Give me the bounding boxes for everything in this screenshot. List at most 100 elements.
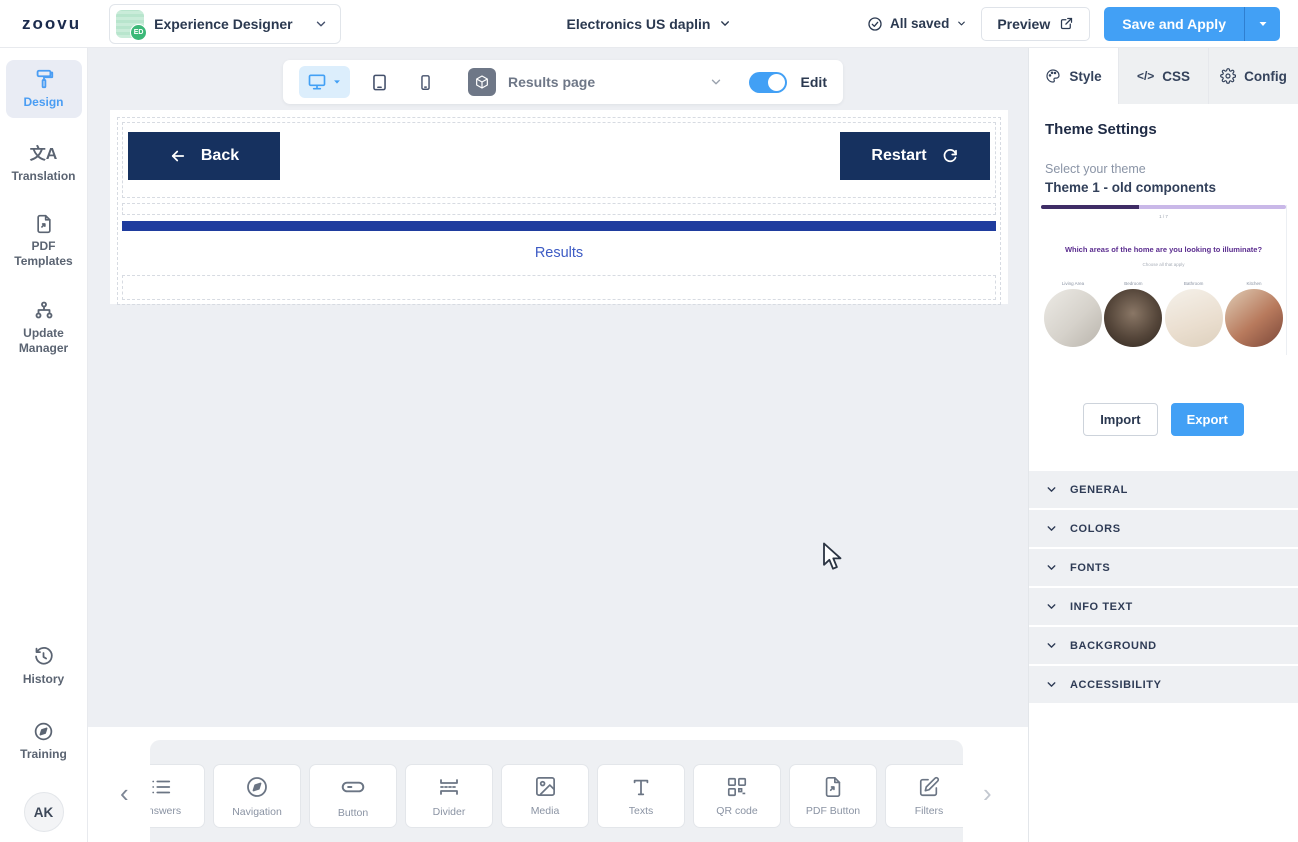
device-tablet-button[interactable] [362,67,397,98]
empty-dropzone-row[interactable] [122,203,996,215]
sidebar-item-label: History [23,672,64,687]
divider-icon [437,775,461,799]
sidebar-item-design[interactable]: Design [6,60,82,118]
results-label: Results [535,245,583,261]
save-and-apply-button[interactable]: Save and Apply [1104,7,1244,41]
page-selector-value[interactable]: Results page [508,74,595,90]
edit-toggle[interactable] [749,72,787,93]
back-button[interactable]: Back [128,132,280,180]
pdf-file-icon [822,776,844,798]
design-canvas: Results page Edit Back Restart [88,48,1028,842]
palette-item-answers[interactable]: Answers [150,764,205,828]
save-status-dropdown[interactable]: All saved [867,16,967,32]
save-and-apply-group: Save and Apply [1104,7,1280,41]
palette-item-label: Media [531,805,560,817]
palette-item-texts[interactable]: Texts [597,764,685,828]
chevron-down-icon [718,17,731,30]
palette-item-filters[interactable]: Filters [885,764,963,828]
check-circle-icon [867,16,883,32]
device-desktop-button[interactable] [299,66,350,98]
style-accordions: GENERAL COLORS FONTS INFO TEXT BACKGROUN… [1029,471,1298,703]
sidebar-item-training[interactable]: Training [6,713,82,770]
accordion-fonts[interactable]: FONTS [1029,549,1298,586]
palette-item-button[interactable]: Button [309,764,397,828]
device-mobile-button[interactable] [409,68,442,97]
sidebar-item-label: Design [23,95,63,110]
app-switcher-label: Experience Designer [154,16,304,32]
qr-code-icon [726,776,748,798]
theme-preview-hint: Choose all that apply [1041,262,1286,267]
sidebar-item-translation[interactable]: 文A Translation [6,132,82,192]
option-label: Bathroom [1184,281,1204,286]
tab-config[interactable]: Config [1208,48,1298,104]
palette-item-label: Texts [629,805,654,817]
accordion-label: COLORS [1070,523,1121,535]
chevron-down-icon [314,17,328,31]
restart-button[interactable]: Restart [840,132,990,180]
accordion-label: FONTS [1070,562,1110,574]
external-link-icon [1059,16,1074,31]
sidebar-item-update-manager[interactable]: Update Manager [6,291,82,364]
accordion-info-text[interactable]: INFO TEXT [1029,588,1298,625]
results-page-preview: Back Restart Results [110,110,1008,304]
theme-preview-progress-bar [1041,205,1286,209]
accordion-colors[interactable]: COLORS [1029,510,1298,547]
accordion-label: ACCESSIBILITY [1070,679,1162,691]
empty-dropzone-row[interactable] [122,275,996,300]
selected-theme-name[interactable]: Theme 1 - old components [1029,176,1298,195]
palette-scroll-left-button[interactable]: ‹ [120,778,129,809]
page-header-section[interactable]: Back Restart [122,122,996,198]
tab-css[interactable]: </> CSS [1118,48,1208,104]
panel-title: Theme Settings [1029,104,1298,138]
palette-item-label: Button [338,807,368,819]
palette-item-label: Divider [433,806,466,818]
palette-icon [1045,68,1061,84]
tab-label: CSS [1162,69,1190,84]
palette-item-label: Navigation [232,806,282,818]
zoovu-logo: zoovu [22,14,81,34]
tab-label: Style [1069,69,1101,84]
sidebar-item-label: PDF Templates [8,239,80,269]
results-text-component[interactable]: Results [122,231,996,275]
image-icon [534,775,557,798]
palette-item-qr-code[interactable]: QR code [693,764,781,828]
save-and-apply-caret-button[interactable] [1244,7,1280,41]
user-avatar[interactable]: AK [24,792,64,832]
theme-preview-option: Kitchen [1224,281,1284,347]
app-switcher-dropdown[interactable]: ED Experience Designer [109,4,341,44]
import-button[interactable]: Import [1083,403,1157,436]
accordion-background[interactable]: BACKGROUND [1029,627,1298,664]
palette-item-divider[interactable]: Divider [405,764,493,828]
option-label: Bedroom [1124,281,1142,286]
edit-toggle-label: Edit [801,74,827,90]
code-icon: </> [1137,69,1154,83]
export-button[interactable]: Export [1171,403,1244,436]
sidebar-item-pdf-templates[interactable]: PDF Templates [6,206,82,277]
project-name-dropdown[interactable]: Electronics US daplin [567,16,732,32]
chevron-down-icon [1045,483,1058,496]
theme-preview-option: Bedroom [1103,281,1163,347]
theme-preview-thumbnail[interactable]: 1 / 7 Which areas of the home are you lo… [1041,205,1287,355]
mobile-icon [417,74,434,91]
palette-scroll-right-button[interactable]: › [983,778,992,809]
palette-item-pdf-button[interactable]: PDF Button [789,764,877,828]
accordion-accessibility[interactable]: ACCESSIBILITY [1029,666,1298,703]
living-area-image [1044,289,1102,347]
sidebar-item-history[interactable]: History [6,638,82,695]
page-type-icon [468,68,496,96]
text-icon [630,776,652,798]
preview-button-label: Preview [997,16,1050,32]
palette-item-media[interactable]: Media [501,764,589,828]
theme-preview-question: Which areas of the home are you looking … [1041,245,1286,254]
palette-item-navigation[interactable]: Navigation [213,764,301,828]
page-selector-chevron-icon[interactable] [709,75,723,89]
restart-button-label: Restart [871,147,926,165]
paint-roller-icon [33,68,55,90]
palette-item-label: Filters [915,805,944,817]
preview-button[interactable]: Preview [981,7,1090,41]
divider-component[interactable] [122,221,996,231]
accordion-label: INFO TEXT [1070,601,1133,613]
panel-tabs: Style </> CSS Config [1029,48,1298,104]
tab-style[interactable]: Style [1029,48,1118,104]
accordion-general[interactable]: GENERAL [1029,471,1298,508]
